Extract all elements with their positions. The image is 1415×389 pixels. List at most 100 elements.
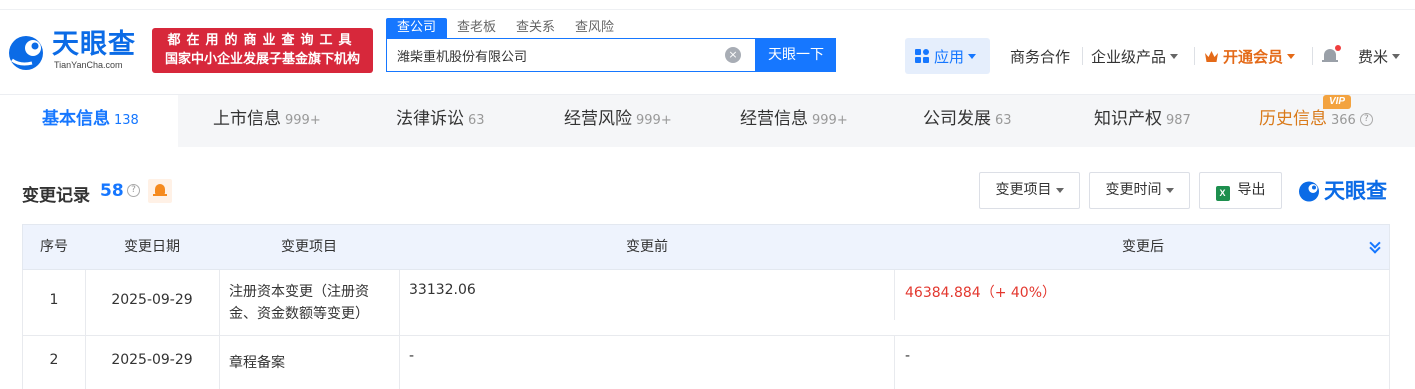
chevron-down-icon [1165,187,1174,193]
tab-count: 987 [1166,113,1191,128]
expand-icon[interactable] [1369,237,1383,255]
tab-business-info[interactable]: 经营信息 999+ [740,95,848,147]
company-tabs: 基本信息 138 上市信息 999+ 法律诉讼 63 经营风险 999+ 经营信息 999… [0,95,1415,147]
tianyancha-logo-icon [9,36,43,70]
excel-icon: X [1215,186,1230,201]
row-after: - [905,348,911,364]
tab-count: 366 [1331,113,1356,128]
tab-label: 基本信息 [42,109,110,129]
tab-development[interactable]: 公司发展 63 [923,95,1012,147]
tab-count: 999+ [285,113,321,128]
col-date: 变更日期 [124,239,180,255]
user-name: 费米 [1358,47,1389,66]
search-tab-relation[interactable]: 查关系 [506,18,565,38]
nav-divider [1082,47,1083,65]
watermark-text: 天眼查 [1324,179,1387,203]
tab-count: 999+ [812,113,848,128]
chevron-down-icon [1170,53,1179,59]
logo-domain: TianYanCha.com [54,60,123,70]
crown-icon [1205,50,1218,62]
search-input[interactable] [387,39,717,71]
banner-subtitle: 国家中小企业发展子基金旗下机构 [164,52,360,67]
tab-label: 经营信息 [740,109,808,129]
col-after: 变更后 [1122,239,1164,255]
search-tab-company[interactable]: 查公司 [386,18,448,38]
tianyancha-logo-icon [1299,181,1319,202]
banner-slogan: 都在用的商业查询工具 [167,33,358,48]
notifications[interactable] [1322,38,1342,74]
row-date: 2025-09-29 [111,352,193,368]
nav-business[interactable]: 商务合作 [1010,38,1070,74]
nav-enterprise-label: 企业级产品 [1091,47,1167,66]
tab-label: 公司发展 [923,109,991,129]
table-row: 2 2025-09-29 章程备案 - - [22,336,1390,389]
search-box: × [386,38,756,72]
nav-enterprise[interactable]: 企业级产品 [1091,38,1179,74]
row-after: 46384.884（+ 40%） [905,285,1057,301]
nav-apps[interactable]: 应用 [905,38,990,74]
chevron-down-icon [968,53,977,59]
export-button[interactable]: X 导出 [1199,172,1282,209]
tab-label: 知识产权 [1094,109,1162,129]
col-index: 序号 [40,239,68,255]
filter-label: 变更项目 [995,182,1052,198]
tab-label: 上市信息 [213,109,281,129]
col-item: 变更项目 [281,239,337,255]
apps-grid-icon [915,49,929,63]
tab-label: 法律诉讼 [396,109,464,129]
tab-legal[interactable]: 法律诉讼 63 [396,95,485,147]
tab-history[interactable]: 历史信息 366? [1259,95,1373,147]
header-divider [0,9,1415,10]
tab-label: 历史信息 [1259,109,1327,129]
promo-banner[interactable]: 都在用的商业查询工具 国家中小企业发展子基金旗下机构 [152,28,373,73]
nav-business-label: 商务合作 [1010,47,1071,66]
search-tab-boss[interactable]: 查老板 [447,18,506,38]
tab-ip[interactable]: 知识产权 987 [1094,95,1191,147]
tab-count: 138 [114,113,139,128]
nav-apps-label: 应用 [934,47,965,66]
col-before: 变更前 [626,239,668,255]
tab-label: 经营风险 [564,109,632,129]
row-date: 2025-09-29 [111,292,193,308]
search-button[interactable]: 天眼一下 [756,38,836,72]
nav-vip[interactable]: 开通会员 [1204,38,1296,74]
row-item: 章程备案 [229,355,285,371]
tab-basic-info[interactable]: 基本信息 138 [0,95,178,147]
row-item: 注册资本变更（注册资金、资金数额等变更） [229,284,369,322]
user-menu[interactable]: 费米 [1358,38,1401,74]
row-before: 33132.06 [409,282,476,298]
nav-vip-label: 开通会员 [1223,47,1284,66]
tab-listing-info[interactable]: 上市信息 999+ [213,95,321,147]
tab-count: 999+ [636,113,672,128]
search-tab-risk[interactable]: 查风险 [565,18,624,38]
filter-label: 变更时间 [1105,182,1162,198]
site-logo[interactable]: 天眼查 TianYanCha.com [6,30,146,74]
tab-count: 63 [995,113,1012,128]
top-header: 天眼查 TianYanCha.com 都在用的商业查询工具 国家中小企业发展子基… [0,0,1415,95]
chevron-down-icon [1055,187,1064,193]
row-index: 1 [49,292,59,308]
logo-name: 天眼查 [52,29,136,60]
filter-change-item[interactable]: 变更项目 [979,172,1080,209]
monitor-bell-icon[interactable] [148,179,172,203]
record-count: 58 [100,181,124,201]
change-records-card: 变更记录 58 ? 变更项目 变更时间 X 导出 天眼查 序号 变更日期 变更项目… [0,147,1415,389]
export-label: 导出 [1237,182,1266,198]
row-index: 2 [49,352,59,368]
help-icon[interactable]: ? [1359,112,1373,126]
chevron-down-icon [1392,53,1401,59]
bell-icon [1322,45,1341,64]
chevron-down-icon [1287,53,1296,59]
filter-change-time[interactable]: 变更时间 [1089,172,1190,209]
tab-count: 63 [468,113,485,128]
table-header: 序号 变更日期 变更项目 变更前 变更后 [22,224,1390,270]
row-before: - [409,348,415,364]
nav-divider [1194,47,1195,65]
section-title: 变更记录 [22,186,90,206]
search-type-tabs: 查公司 查老板 查关系 查风险 [386,18,624,38]
clear-icon[interactable]: × [725,47,741,63]
vip-badge: VIP [1323,95,1351,109]
help-icon[interactable]: ? [127,184,140,197]
tab-business-risk[interactable]: 经营风险 999+ [564,95,672,147]
table-row: 1 2025-09-29 注册资本变更（注册资金、资金数额等变更） 33132.… [22,270,1390,336]
